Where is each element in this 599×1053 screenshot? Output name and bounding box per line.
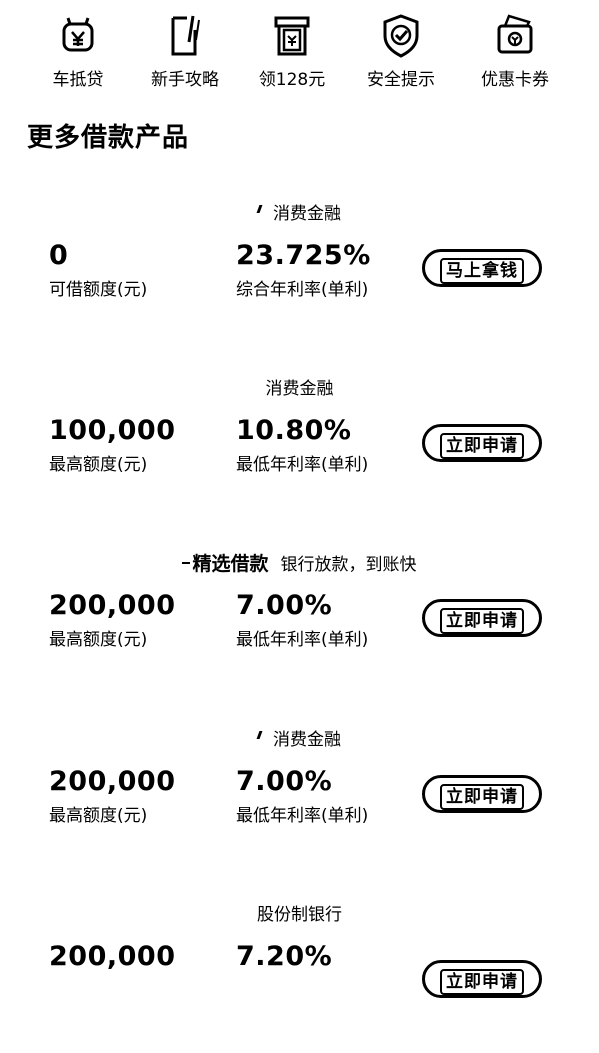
- shortcut-label: 车抵贷: [52, 70, 104, 90]
- shortcut-car-loan[interactable]: 车抵贷: [23, 12, 133, 92]
- rate-value: 10.80%: [236, 415, 352, 446]
- product-tag-highlight: 精选借款: [192, 553, 269, 575]
- coupon-icon: [497, 14, 533, 54]
- rate-label: 最低年利率(单利): [236, 630, 369, 650]
- button-label: 马上拿钱: [440, 258, 524, 284]
- apply-button[interactable]: 立即申请: [422, 424, 542, 462]
- shield-icon: [383, 14, 419, 58]
- rate-label: 综合年利率(单利): [236, 280, 369, 300]
- section-title: 更多借款产品: [27, 123, 190, 153]
- button-label: 立即申请: [440, 608, 524, 634]
- rate-value: 7.20%: [236, 941, 333, 972]
- product-tag: 股份制银行: [0, 903, 599, 927]
- shortcut-label: 优惠卡券: [481, 70, 549, 90]
- product-card: 消费金融 0 可借额度(元) 23.725% 综合年利率(单利) 马上拿钱: [0, 202, 599, 352]
- shortcut-label: 领128元: [258, 70, 326, 90]
- product-tag-text: 消费金融: [273, 204, 341, 224]
- product-tag-text: 股份制银行: [257, 905, 342, 925]
- rate-label: 最低年利率(单利): [236, 806, 369, 826]
- amount-value: 200,000: [49, 766, 176, 797]
- product-tag: 消费金融: [0, 728, 599, 752]
- button-label: 立即申请: [440, 784, 524, 810]
- amount-value: 200,000: [49, 590, 176, 621]
- guide-icon: [171, 15, 200, 56]
- product-tag-text: 消费金融: [273, 730, 341, 750]
- dash-icon: [182, 562, 191, 564]
- rate-value: 23.725%: [236, 240, 371, 271]
- rate-value: 7.00%: [236, 590, 333, 621]
- apply-button[interactable]: 立即申请: [422, 775, 542, 813]
- product-tag: 消费金融: [0, 377, 599, 401]
- amount-label: 最高额度(元): [49, 806, 148, 826]
- product-card: 消费金融 100,000 最高额度(元) 10.80% 最低年利率(单利) 立即…: [0, 377, 599, 527]
- amount-value: 100,000: [49, 415, 176, 446]
- rate-label: 最低年利率(单利): [236, 455, 369, 475]
- shortcut-label: 安全提示: [367, 70, 435, 90]
- gift-icon: [274, 16, 310, 56]
- shortcut-bar: 车抵贷 新手攻略 领128元 安全提示 优惠卡券: [0, 0, 599, 110]
- tick-icon: [256, 731, 263, 739]
- amount-label: 最高额度(元): [49, 455, 148, 475]
- product-tag-text: 消费金融: [265, 379, 334, 399]
- product-tag: 消费金融: [0, 202, 599, 226]
- product-tag: 精选借款 银行放款，到账快: [0, 552, 599, 577]
- apply-button[interactable]: 立即申请: [422, 599, 542, 637]
- shortcut-gift[interactable]: 领128元: [237, 12, 347, 92]
- shortcut-safety[interactable]: 安全提示: [346, 12, 456, 92]
- product-tag-text: 银行放款，到账快: [280, 555, 417, 575]
- amount-label: 可借额度(元): [49, 280, 148, 300]
- shortcut-label: 新手攻略: [151, 70, 219, 90]
- amount-value: 200,000: [49, 941, 176, 972]
- shortcut-guide[interactable]: 新手攻略: [130, 12, 240, 92]
- tick-icon: [256, 205, 263, 213]
- apply-button[interactable]: 立即申请: [422, 960, 542, 998]
- button-label: 立即申请: [440, 433, 524, 459]
- shortcut-coupon[interactable]: 优惠卡券: [460, 12, 570, 92]
- product-card: 消费金融 200,000 最高额度(元) 7.00% 最低年利率(单利) 立即申…: [0, 728, 599, 878]
- car-loan-icon: [62, 17, 94, 52]
- rate-value: 7.00%: [236, 766, 333, 797]
- get-money-button[interactable]: 马上拿钱: [422, 249, 542, 287]
- amount-value: 0: [49, 240, 69, 271]
- product-card: 股份制银行 200,000 7.20% 立即申请: [0, 903, 599, 1053]
- amount-label: 最高额度(元): [49, 630, 148, 650]
- button-label: 立即申请: [440, 969, 524, 995]
- product-card: 精选借款 银行放款，到账快 200,000 最高额度(元) 7.00% 最低年利率…: [0, 552, 599, 702]
